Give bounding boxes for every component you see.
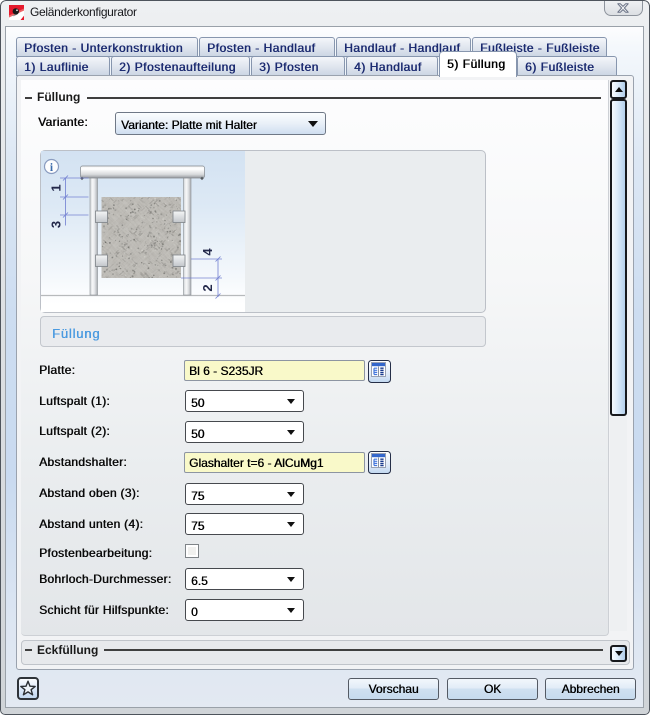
svg-text:3: 3	[49, 221, 64, 228]
svg-text:4: 4	[200, 248, 215, 256]
svg-text:1: 1	[49, 184, 64, 191]
svg-text:2: 2	[200, 284, 215, 291]
